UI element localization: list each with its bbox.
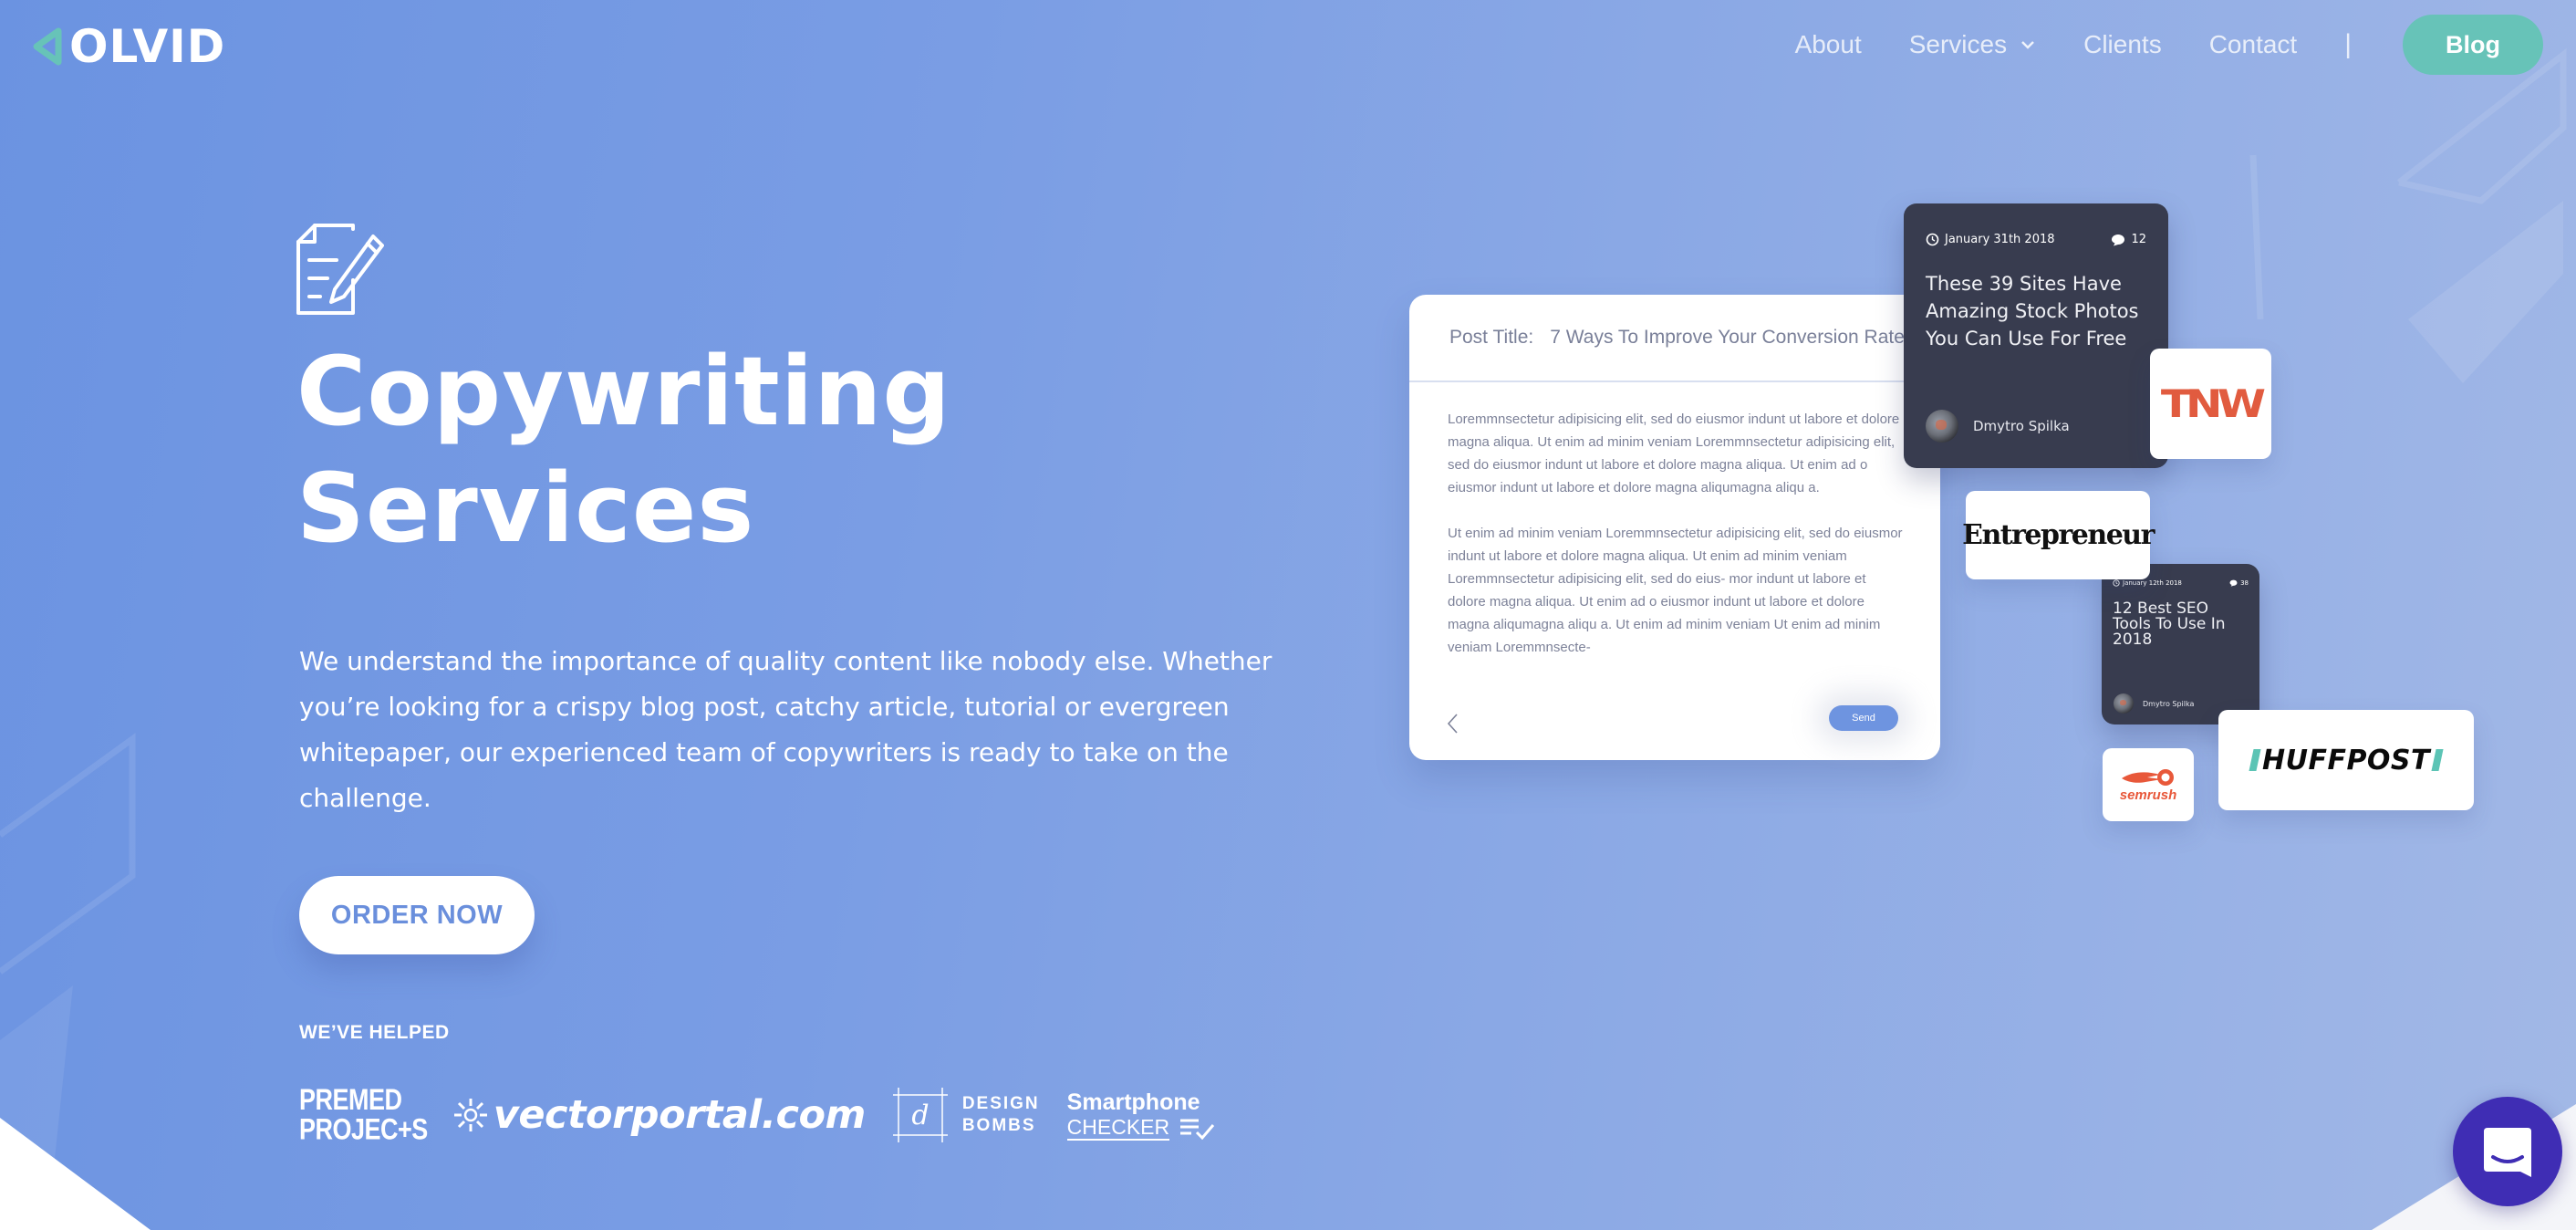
blog-card[interactable]: January 31th 2018 12 These 39 Sites Have… (1904, 203, 2168, 468)
post-body: Loremmnsectetur adipisicing elit, sed do… (1409, 382, 1940, 659)
premed-line-2: PROJEC+S (299, 1112, 428, 1146)
nav-separator: | (2344, 29, 2352, 59)
chevron-down-icon (2021, 41, 2034, 49)
blog-card-date: January 31th 2018 (1945, 233, 2055, 246)
entrepreneur-text: Entrepreneur (1962, 519, 2155, 551)
design-bombs-line-2: BOMBS (961, 1116, 1036, 1135)
chat-bubble-icon (2484, 1128, 2531, 1177)
huffpost-bar-right (2431, 749, 2444, 771)
blog-card-author: Dmytro Spilka (1973, 418, 2070, 434)
logo[interactable]: OLVID (31, 24, 225, 69)
clock-icon (1926, 233, 1939, 246)
weve-helped-label: WE’VE HELPED (299, 1022, 450, 1043)
client-logos: PREMED PROJEC+S vectorportal.com d DESIG… (299, 1083, 1215, 1146)
main-nav: About Services Clients Contact | Blog (1795, 15, 2543, 75)
publication-logo-entrepreneur: Entrepreneur (1962, 491, 2155, 579)
blog-card-title: These 39 Sites Have Amazing Stock Photos… (1926, 273, 2139, 349)
nav-services-label: Services (1908, 30, 2008, 58)
publication-logo-huffpost: HUFFPOST (2218, 710, 2474, 810)
page-title: Copywriting Services (296, 333, 951, 567)
post-editor-card: Post Title: 7 Ways To Improve Your Conve… (1409, 295, 1940, 760)
blog-card-comments: 38 (2240, 579, 2249, 587)
checklist-icon (1180, 1119, 1215, 1140)
vectorportal-text: vectorportal.com (493, 1092, 867, 1138)
semrush-flame-icon (2122, 768, 2174, 786)
tnw-text: TNW (2160, 381, 2266, 426)
design-bombs-mark-icon: d (892, 1088, 948, 1142)
client-logo-smartphone-checker: Smartphone CHECKER (1066, 1089, 1215, 1141)
nav-services[interactable]: Services (1909, 30, 2036, 59)
client-logo-vectorportal: vectorportal.com (453, 1092, 866, 1138)
nav-about[interactable]: About (1795, 30, 1862, 59)
hero-description: We understand the importance of quality … (299, 646, 1272, 813)
blog-card-comments: 12 (2131, 233, 2146, 246)
blog-card-author: Dmytro Spilka (2143, 699, 2195, 708)
document-pencil-icon (296, 224, 384, 315)
post-paragraph-1: Loremmnsectetur adipisicing elit, sed do… (1448, 412, 1900, 495)
blog-card[interactable]: January 12th 2018 38 12 Best SEO Tools T… (2102, 564, 2259, 724)
avatar (1926, 410, 1958, 443)
logo-mark-icon (33, 27, 62, 66)
avatar (2114, 693, 2134, 714)
post-paragraph-2: Ut enim ad minim veniam Loremmnsectetur … (1448, 526, 1903, 655)
smartphone-line-1: Smartphone (1066, 1089, 1200, 1115)
post-title-row: Post Title: 7 Ways To Improve Your Conve… (1409, 295, 1940, 382)
client-logo-premed-projects: PREMED PROJEC+S (299, 1083, 428, 1146)
post-title-value[interactable]: 7 Ways To Improve Your Conversion Rate (1550, 327, 1905, 349)
blog-card-date: January 12th 2018 (2123, 579, 2182, 587)
title-line-1: Copywriting (296, 336, 951, 447)
nav-clients[interactable]: Clients (2083, 30, 2162, 59)
send-button[interactable]: Send (1829, 705, 1898, 731)
chevron-left-icon[interactable] (1446, 713, 1460, 735)
nav-contact[interactable]: Contact (2209, 30, 2298, 59)
premed-line-1: PREMED (299, 1083, 402, 1117)
smartphone-line-2: CHECKER (1066, 1115, 1170, 1141)
publication-logo-tnw: TNW (2150, 349, 2271, 459)
title-line-2: Services (296, 453, 755, 564)
comment-icon (2112, 234, 2125, 245)
client-logo-design-bombs: d DESIGN BOMBS (891, 1086, 1040, 1144)
comment-icon (2229, 579, 2238, 587)
logo-text: OLVID (69, 20, 226, 73)
publication-logo-semrush: semrush (2103, 748, 2194, 821)
sunburst-icon (453, 1099, 487, 1131)
blog-card-title: 12 Best SEO Tools To Use In 2018 (2113, 599, 2226, 649)
semrush-text: semrush (2119, 787, 2177, 803)
huffpost-bar-left (2249, 749, 2261, 771)
blog-button[interactable]: Blog (2403, 15, 2543, 75)
design-bombs-line-1: DESIGN (961, 1094, 1040, 1113)
svg-text:d: d (911, 1100, 929, 1131)
huffpost-text: HUFFPOST (2261, 744, 2430, 777)
clock-icon (2113, 579, 2120, 587)
order-now-button[interactable]: ORDER NOW (299, 876, 535, 954)
post-title-label: Post Title: (1449, 327, 1534, 348)
chat-widget-button[interactable] (2453, 1097, 2562, 1206)
